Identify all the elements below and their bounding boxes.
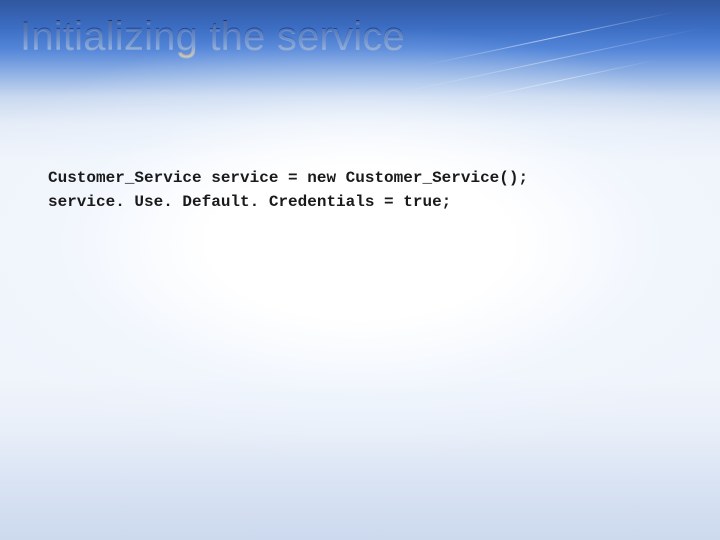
code-line-1: Customer_Service service = new Customer_… [48,166,680,190]
code-snippet: Customer_Service service = new Customer_… [48,142,680,238]
code-line-2: service. Use. Default. Credentials = tru… [48,190,680,214]
slide-title: Initializing the service [20,14,405,59]
banner-streak-icon [462,59,658,102]
